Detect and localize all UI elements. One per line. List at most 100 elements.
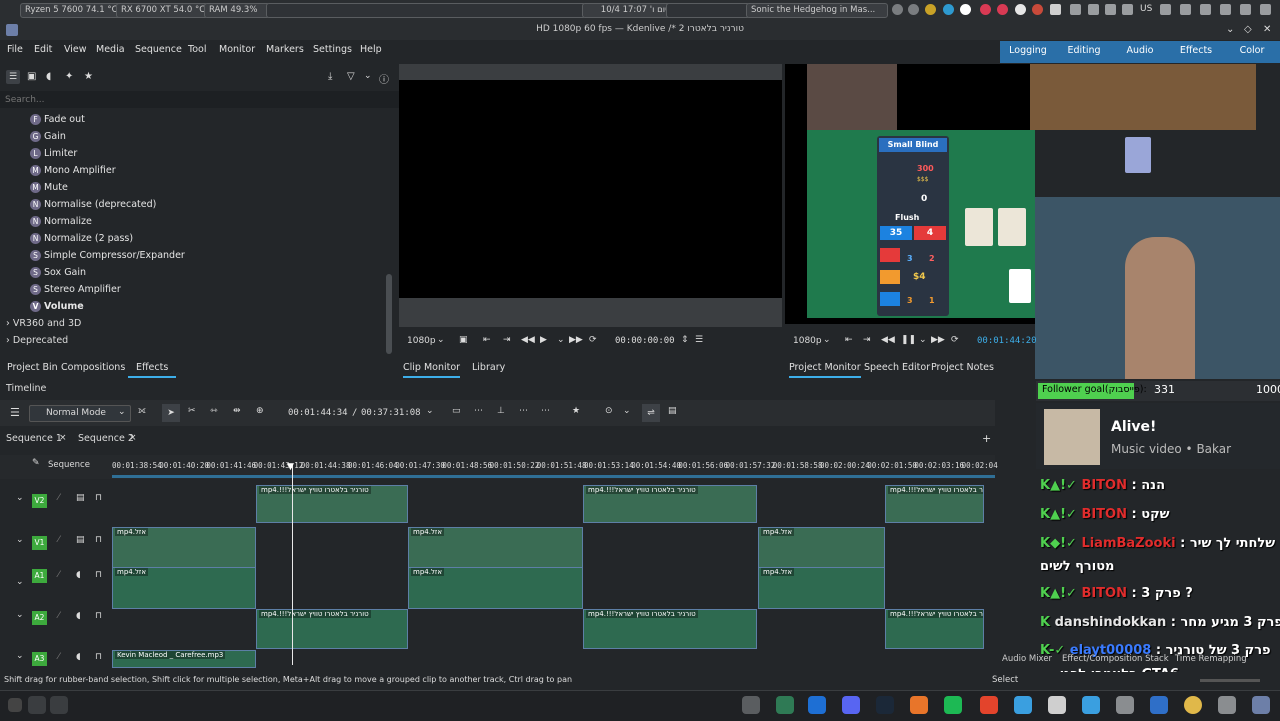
chevron-down-icon[interactable]: ⌄ — [364, 71, 372, 81]
workspace-color[interactable]: Color — [1230, 41, 1274, 61]
track-name[interactable]: A2 — [32, 611, 47, 625]
effect-group-vr360[interactable]: › VR360 and 3D — [6, 315, 81, 332]
tab-time-remapping[interactable]: Time Remapping — [1175, 654, 1247, 664]
collapse-icon[interactable]: ⌄ — [16, 535, 24, 545]
lock-icon[interactable]: ⊓ — [95, 493, 102, 503]
collapse-icon[interactable]: ⌄ — [16, 610, 24, 620]
workspace-editing[interactable]: Editing — [1062, 41, 1106, 61]
split-icon[interactable]: ⋯ — [541, 406, 550, 416]
lock-icon[interactable]: ⊓ — [95, 652, 102, 662]
razor-tool-icon[interactable]: ✂ — [188, 406, 196, 416]
tray-icon[interactable] — [1050, 4, 1061, 15]
menu-monitor[interactable]: Monitor — [219, 44, 255, 55]
hide-track-icon[interactable]: ▤ — [76, 493, 85, 503]
menu-tool[interactable]: Tool — [188, 44, 206, 55]
clip-v2[interactable]: mp4.!!!טורניר בלאטרו טוויץ ישראל — [256, 485, 408, 523]
app-icon[interactable] — [1082, 696, 1100, 714]
kdenlive-icon[interactable] — [1252, 696, 1270, 714]
chevron-down-icon[interactable]: ⌄ — [557, 335, 565, 345]
app-icon[interactable] — [742, 696, 760, 714]
select-tool-icon[interactable]: ➤ — [162, 404, 180, 422]
tab-project-notes[interactable]: Project Notes — [931, 360, 994, 376]
tab-audio-mixer[interactable]: Audio Mixer — [1002, 654, 1052, 664]
track-name[interactable]: V1 — [32, 536, 47, 550]
app-icon[interactable] — [776, 696, 794, 714]
display-icon[interactable] — [1200, 4, 1211, 15]
set-zone-in-icon[interactable]: ⇤ — [483, 335, 491, 345]
tray-icon[interactable] — [892, 4, 903, 15]
app-icon[interactable] — [1218, 696, 1236, 714]
tray-icon[interactable] — [925, 4, 936, 15]
menu-file[interactable]: File — [7, 44, 23, 55]
workspace-icon[interactable] — [28, 696, 46, 714]
overwrite-icon[interactable]: ⋯ — [474, 406, 483, 416]
app-icon[interactable] — [1116, 696, 1134, 714]
resolution-select[interactable]: 1080p — [407, 336, 436, 346]
favorite-star-icon[interactable]: ★ — [572, 406, 580, 416]
clip-a1[interactable]: mp4.אזל — [112, 567, 256, 609]
menu-markers[interactable]: Markers — [266, 44, 304, 55]
mute-icon[interactable]: ◖ — [76, 611, 81, 621]
app-icon[interactable] — [1048, 696, 1066, 714]
spotify-icon[interactable] — [944, 696, 962, 714]
video-effects-icon[interactable]: ▣ — [27, 71, 36, 82]
track-name[interactable]: A1 — [32, 569, 47, 583]
timeline-position[interactable]: 00:01:44:34 — [288, 408, 348, 418]
collapse-icon[interactable]: ⌄ — [16, 577, 24, 587]
effect-icon[interactable]: ⁄ — [58, 652, 60, 662]
hide-track-icon[interactable]: ▤ — [76, 535, 85, 545]
tab-effects[interactable]: Effects — [128, 360, 177, 378]
zoom-slider[interactable] — [1200, 679, 1260, 682]
set-zone-out-icon[interactable]: ⇥ — [863, 335, 871, 345]
app-icon[interactable] — [1150, 696, 1168, 714]
menu-edit[interactable]: Edit — [34, 44, 52, 55]
discord-icon[interactable] — [842, 696, 860, 714]
tray-icon[interactable] — [908, 4, 919, 15]
loop-icon[interactable]: ⟳ — [951, 335, 959, 345]
effect-icon[interactable]: ⁄ — [58, 570, 60, 580]
bluetooth-icon[interactable] — [1105, 4, 1116, 15]
hamburger-menu-icon[interactable]: ☰ — [10, 406, 20, 419]
lock-icon[interactable]: ⊓ — [95, 611, 102, 621]
tab-sequence-2[interactable]: Sequence 2 — [78, 433, 134, 444]
track-name[interactable]: V2 — [32, 494, 47, 508]
tray-icon[interactable] — [1088, 4, 1099, 15]
clip-a2[interactable]: mp4.!!!טורניר בלאטרו טוויץ ישראל — [256, 609, 408, 649]
menu-media[interactable]: Media — [96, 44, 125, 55]
extract-icon[interactable]: ⋯ — [519, 406, 528, 416]
rewind-icon[interactable]: ◀◀ — [521, 335, 535, 345]
effects-search-input[interactable] — [0, 91, 400, 108]
mute-icon[interactable]: ◖ — [76, 570, 81, 580]
firefox-icon[interactable] — [910, 696, 928, 714]
collapse-icon[interactable]: ⌄ — [16, 493, 24, 503]
workspace-audio[interactable]: Audio — [1118, 41, 1162, 61]
menu-settings[interactable]: Settings — [313, 44, 352, 55]
windows-icon[interactable] — [808, 696, 826, 714]
custom-effects-icon[interactable]: ✦ — [65, 71, 73, 82]
workspace-logging[interactable]: Logging — [1006, 41, 1050, 61]
edit-mode-select[interactable]: Normal Mode ⌄ — [29, 405, 131, 422]
forward-icon[interactable]: ▶▶ — [931, 335, 945, 345]
clip-v1[interactable]: mp4.אזל — [408, 527, 583, 569]
lock-icon[interactable]: ⊓ — [95, 570, 102, 580]
filter-icon[interactable]: ▽ — [347, 71, 355, 82]
list-view-icon[interactable]: ☰ — [6, 70, 20, 84]
chevron-down-icon[interactable]: ⌄ — [437, 335, 445, 345]
insert-icon[interactable]: ▭ — [452, 406, 461, 416]
volume-icon[interactable] — [1122, 4, 1133, 15]
workspace-icon[interactable] — [50, 696, 68, 714]
tab-clip-monitor[interactable]: Clip Monitor — [403, 360, 461, 378]
clip-v2[interactable]: mp4.!!!טורניר בלאטרו טוויץ ישראל — [583, 485, 757, 523]
snap-icon[interactable]: ⇌ — [642, 404, 660, 422]
tray-icon[interactable] — [1070, 4, 1081, 15]
clip-a1[interactable]: mp4.אזל — [408, 567, 583, 609]
target-icon[interactable]: ⊙ — [605, 406, 613, 416]
tray-icon[interactable] — [997, 4, 1008, 15]
play-icon[interactable]: ▶ — [540, 335, 547, 345]
collapse-icon[interactable]: ⌄ — [16, 651, 24, 661]
clip-monitor-view[interactable] — [399, 80, 782, 298]
set-zone-out-icon[interactable]: ⇥ — [503, 335, 511, 345]
resolution-select[interactable]: 1080p — [793, 336, 822, 346]
rewind-icon[interactable]: ◀◀ — [881, 335, 895, 345]
lock-icon[interactable]: ⊓ — [95, 535, 102, 545]
